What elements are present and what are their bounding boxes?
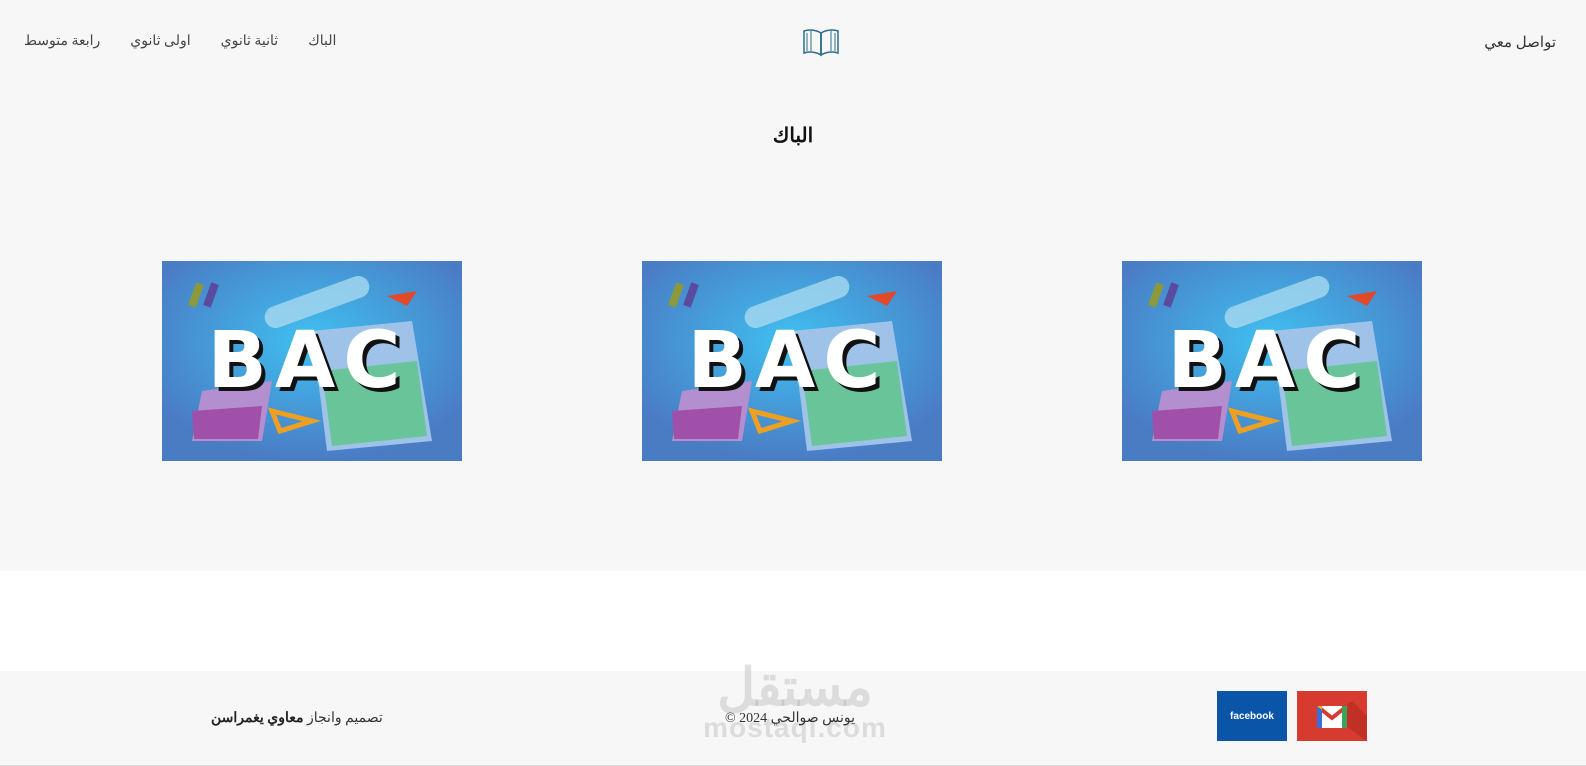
bac-image: BAC BAC	[162, 261, 462, 461]
page-title: الباك	[772, 125, 814, 147]
bac-image: BAC BAC	[642, 261, 942, 461]
main-section: تواصل معي رابعة متوسط اولى ثانوي ثانية ث…	[0, 0, 1586, 571]
nav-item-first-secondary[interactable]: اولى ثانوي	[130, 33, 190, 50]
facebook-button[interactable]: facebook	[1217, 691, 1287, 741]
bac-image: BAC BAC	[1122, 261, 1422, 461]
gmail-button[interactable]	[1297, 691, 1367, 741]
footer-spacer	[0, 571, 1586, 671]
nav-item-fourth-middle[interactable]: رابعة متوسط	[24, 33, 100, 50]
nav-item-second-secondary[interactable]: ثانية ثانوي	[221, 33, 279, 50]
credit-prefix: تصميم وانجاز	[306, 711, 383, 726]
bac-card[interactable]: BAC BAC	[642, 261, 942, 461]
main-nav: رابعة متوسط اولى ثانوي ثانية ثانوي الباك	[24, 33, 336, 50]
open-book-icon[interactable]	[801, 25, 841, 57]
bac-card[interactable]: BAC BAC	[1122, 261, 1422, 461]
copyright: يونس صوالحي 2024 ©	[725, 711, 855, 726]
svg-text:BAC: BAC	[687, 316, 888, 406]
nav-item-bac[interactable]: الباك	[308, 33, 336, 50]
contact-link[interactable]: تواصل معي	[1484, 33, 1556, 52]
svg-text:BAC: BAC	[207, 316, 408, 406]
designer-credit: تصميم وانجاز معاوي يغمراسن	[211, 710, 383, 727]
svg-text:BAC: BAC	[1167, 316, 1368, 406]
facebook-label: facebook	[1230, 710, 1274, 722]
credit-name: معاوي يغمراسن	[211, 711, 304, 726]
gmail-icon	[1315, 701, 1367, 741]
bac-card[interactable]: BAC BAC	[162, 261, 462, 461]
